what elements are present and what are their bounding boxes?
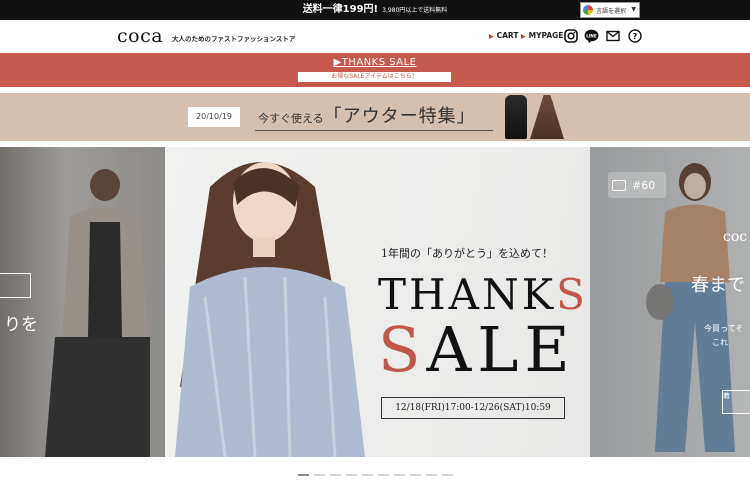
- shipping-notice-bar: 送料一律199円! 3,980円以上で送料無料 言語を選択 ▼: [0, 0, 750, 20]
- carousel-dot[interactable]: [394, 474, 405, 476]
- slide-caption: りを: [4, 315, 38, 335]
- sale-headline-thanks-black: THANK: [378, 270, 557, 319]
- carousel-dot[interactable]: [314, 474, 325, 476]
- arrow-right-icon: ▶: [489, 33, 494, 40]
- help-icon[interactable]: ?: [627, 28, 642, 43]
- sale-headline-sale: SALE: [378, 317, 576, 383]
- divider: [255, 130, 493, 131]
- carousel-slide-next[interactable]: #60 coc 春まで 今買ってそ これ 着: [590, 147, 750, 457]
- slide-brand: coc: [723, 229, 748, 245]
- carousel-dot[interactable]: [410, 474, 421, 476]
- thanks-sale-title[interactable]: ▶THANKS SALE: [0, 57, 750, 68]
- episode-badge: #60: [608, 172, 666, 198]
- dropdown-caret-icon: ▼: [631, 6, 636, 13]
- sale-headline-thanks-red: S: [556, 270, 588, 319]
- sale-headline-thanks: THANKS: [378, 272, 588, 318]
- slide-dim-overlay: [0, 147, 165, 457]
- tv-icon: [612, 179, 626, 191]
- cart-link-label: CART: [496, 31, 519, 40]
- black-coat-image: [505, 95, 527, 139]
- carousel-dot[interactable]: [426, 474, 437, 476]
- carousel-slide-active[interactable]: 1年間の「ありがとう」を込めて！ THANKS SALE 12/18(FRI)1…: [165, 147, 590, 457]
- arrow-right-icon: ▶: [521, 33, 526, 40]
- carousel-dot[interactable]: [330, 474, 341, 476]
- slide-cta-button[interactable]: 着: [722, 390, 750, 414]
- slide-title: 春まで: [691, 275, 745, 296]
- hero-carousel[interactable]: c りを 1年間の「ありがとう」を込めて！ THANKS SALE 12/18(…: [0, 147, 750, 457]
- shipping-notice-sub: 3,980円以上で送料無料: [382, 7, 448, 14]
- sale-date-range: 12/18(FRI)17:00-12/26(SAT)10:59: [381, 397, 565, 419]
- shipping-notice-main: 送料一律199円!: [302, 4, 379, 15]
- mypage-link-label: MYPAGE: [528, 31, 564, 40]
- thanks-sale-banner[interactable]: ▶THANKS SALE お得なSALEアイテムはこちら！: [0, 53, 750, 87]
- instagram-icon[interactable]: [563, 28, 578, 43]
- carousel-dot[interactable]: [346, 474, 357, 476]
- outer-feature-title-small: 今すぐ使える: [258, 112, 324, 125]
- sale-headline-sale-black: ALE: [426, 313, 576, 386]
- episode-badge-label: #60: [632, 178, 656, 192]
- site-header: coca 大人のためのファストファッションストア ▶ CART ▶ MYPAGE L…: [0, 20, 750, 53]
- svg-text:?: ?: [632, 32, 637, 41]
- carousel-dot[interactable]: [442, 474, 453, 476]
- slide-description: これ: [712, 338, 728, 347]
- carousel-slide-previous[interactable]: c りを: [0, 147, 165, 457]
- cart-link[interactable]: ▶ CART: [489, 31, 519, 40]
- language-select-label: 言語を選択: [596, 7, 627, 15]
- google-icon: [583, 5, 593, 15]
- slide-description: 今買ってそ: [704, 324, 744, 333]
- banner-date: 20/10/19: [188, 107, 240, 127]
- outer-feature-title: 今すぐ使える「アウター特集」: [258, 102, 476, 128]
- mypage-link[interactable]: ▶ MYPAGE: [521, 31, 563, 40]
- outer-feature-title-large: 「アウター特集」: [323, 106, 476, 127]
- carousel-pagination: [298, 474, 453, 476]
- svg-text:LINE: LINE: [586, 33, 597, 38]
- thanks-sale-subtitle[interactable]: お得なSALEアイテムはこちら！: [298, 72, 451, 82]
- carousel-dot[interactable]: [362, 474, 373, 476]
- carousel-dot[interactable]: [298, 474, 309, 476]
- site-tagline: 大人のためのファストファッションストア: [172, 35, 296, 43]
- slide-label-box: c: [0, 273, 31, 298]
- sale-headline-sale-red: S: [378, 313, 427, 386]
- site-logo[interactable]: coca: [117, 25, 163, 47]
- mail-icon[interactable]: [605, 28, 620, 43]
- sale-subtitle: 1年間の「ありがとう」を込めて！: [381, 247, 553, 260]
- carousel-dot[interactable]: [378, 474, 389, 476]
- line-icon[interactable]: LINE: [584, 28, 599, 43]
- language-select[interactable]: 言語を選択 ▼: [580, 2, 640, 18]
- model-photo: [175, 162, 365, 457]
- outer-feature-banner[interactable]: 20/10/19 今すぐ使える「アウター特集」: [0, 93, 750, 141]
